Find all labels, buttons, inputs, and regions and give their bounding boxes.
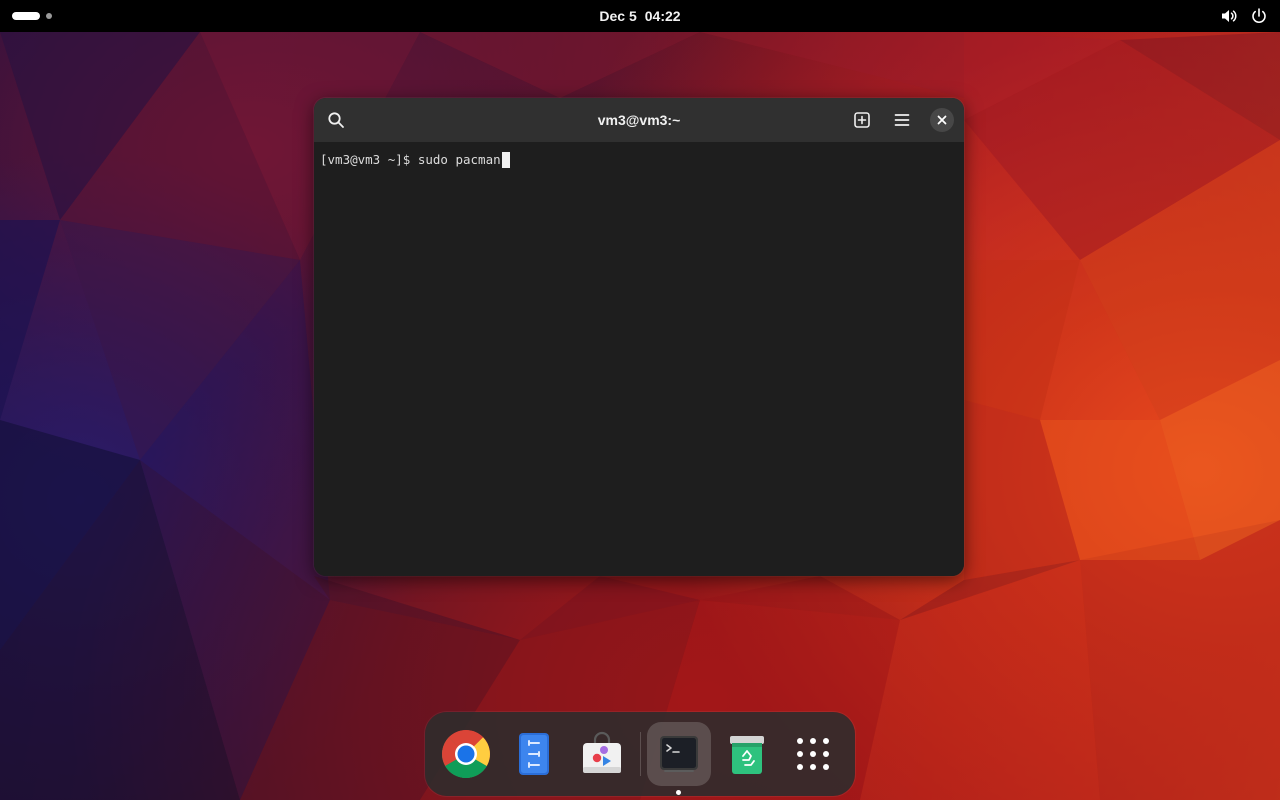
- hamburger-menu-icon: [894, 114, 910, 126]
- terminal-window[interactable]: vm3@vm3:~ [vm3@vm3 ~]$ sudo pacman: [314, 98, 964, 576]
- dock-item-chrome[interactable]: [434, 722, 498, 786]
- terminal-icon: [660, 736, 698, 772]
- terminal-output[interactable]: [vm3@vm3 ~]$ sudo pacman: [314, 142, 964, 576]
- power-icon[interactable]: [1250, 7, 1268, 25]
- typed-command: sudo pacman: [417, 152, 501, 167]
- search-button[interactable]: [321, 105, 351, 135]
- new-tab-icon: [854, 112, 870, 128]
- app-grid-icon: [797, 738, 829, 770]
- text-cursor: [501, 151, 510, 168]
- clock-date: Dec 5: [599, 8, 637, 24]
- terminal-header-bar[interactable]: vm3@vm3:~: [314, 98, 964, 142]
- dock-item-text-editor[interactable]: [502, 722, 566, 786]
- top-bar: Dec 5 04:22: [0, 0, 1280, 32]
- new-tab-button[interactable]: [847, 105, 877, 135]
- date-time-button[interactable]: Dec 5 04:22: [0, 0, 1280, 32]
- search-icon: [328, 112, 344, 128]
- dock-separator: [640, 732, 641, 776]
- clock-time: 04:22: [644, 8, 681, 24]
- trash-icon: [730, 736, 764, 774]
- show-apps-button[interactable]: [781, 722, 845, 786]
- shell-prompt: [vm3@vm3 ~]$: [320, 152, 418, 167]
- text-editor-icon: [519, 733, 549, 775]
- chrome-icon: [442, 730, 490, 779]
- speaker-icon[interactable]: [1220, 7, 1238, 25]
- dash-dock: [425, 712, 855, 796]
- dock-item-trash[interactable]: [715, 722, 779, 786]
- dock-item-software[interactable]: [570, 722, 634, 786]
- dock-item-terminal[interactable]: [647, 722, 711, 786]
- close-icon: [937, 115, 947, 125]
- system-tray[interactable]: [1220, 0, 1268, 32]
- software-store-icon: [583, 731, 621, 773]
- close-button[interactable]: [930, 108, 954, 132]
- terminal-command-line: [vm3@vm3 ~]$ sudo pacman: [320, 151, 958, 168]
- main-menu-button[interactable]: [887, 105, 917, 135]
- running-indicator: [676, 790, 681, 795]
